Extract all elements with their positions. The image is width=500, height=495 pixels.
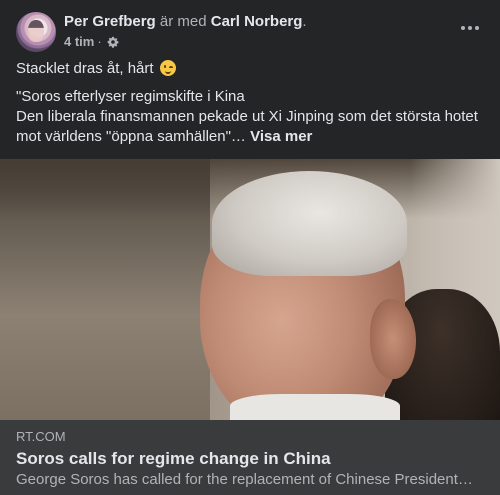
author-name-link[interactable]: Per Grefberg xyxy=(64,13,156,30)
winking-face-emoji-icon xyxy=(159,60,176,76)
portrait-collar xyxy=(230,394,400,420)
link-title[interactable]: Soros calls for regime change in China xyxy=(16,448,331,470)
link-preview-card[interactable]: RT.COM Soros calls for regime change in … xyxy=(0,420,500,495)
author-line: Per Grefberg är med Carl Norberg. xyxy=(64,13,307,31)
post-text-line: Stacklet dras åt, hårt xyxy=(16,59,486,79)
tagged-suffix: . xyxy=(302,13,307,30)
link-description: George Soros has called for the replacem… xyxy=(16,471,473,488)
quote-line: "Soros efterlyser regimskifte i Kina xyxy=(16,88,245,105)
post-quote: "Soros efterlyser regimskifte i Kina Den… xyxy=(16,87,486,147)
link-preview-image[interactable] xyxy=(0,159,500,420)
post-meta: 4 tim · xyxy=(64,34,119,50)
portrait-ear xyxy=(370,299,416,379)
quote-line: Den liberala finansmannen pekade ut Xi J… xyxy=(16,108,478,125)
author-avatar[interactable] xyxy=(16,12,56,52)
meta-separator: · xyxy=(97,34,102,49)
avatar-image xyxy=(28,20,44,42)
more-options-button[interactable] xyxy=(456,18,484,38)
see-more-link[interactable]: Visa mer xyxy=(250,128,312,145)
link-domain: RT.COM xyxy=(16,429,66,444)
post-body: Stacklet dras åt, hårt "Soros efterlyser… xyxy=(16,59,486,147)
with-text: är med xyxy=(159,13,207,30)
feed-post: Per Grefberg är med Carl Norberg. 4 tim … xyxy=(0,0,500,495)
more-options-icon-dot xyxy=(475,26,479,30)
portrait-hair xyxy=(212,171,407,276)
gear-icon[interactable] xyxy=(107,36,119,48)
more-options-icon-dot xyxy=(468,26,472,30)
post-text: Stacklet dras åt, hårt xyxy=(16,60,154,77)
post-header: Per Grefberg är med Carl Norberg. 4 tim … xyxy=(16,12,484,52)
tagged-user-link[interactable]: Carl Norberg xyxy=(211,13,303,30)
quote-line: mot världens "öppna samhällen"… Visa mer xyxy=(16,127,486,147)
quote-line-text: mot världens "öppna samhällen"… xyxy=(16,128,246,145)
post-timestamp-link[interactable]: 4 tim xyxy=(64,34,94,50)
more-options-icon-dot xyxy=(461,26,465,30)
